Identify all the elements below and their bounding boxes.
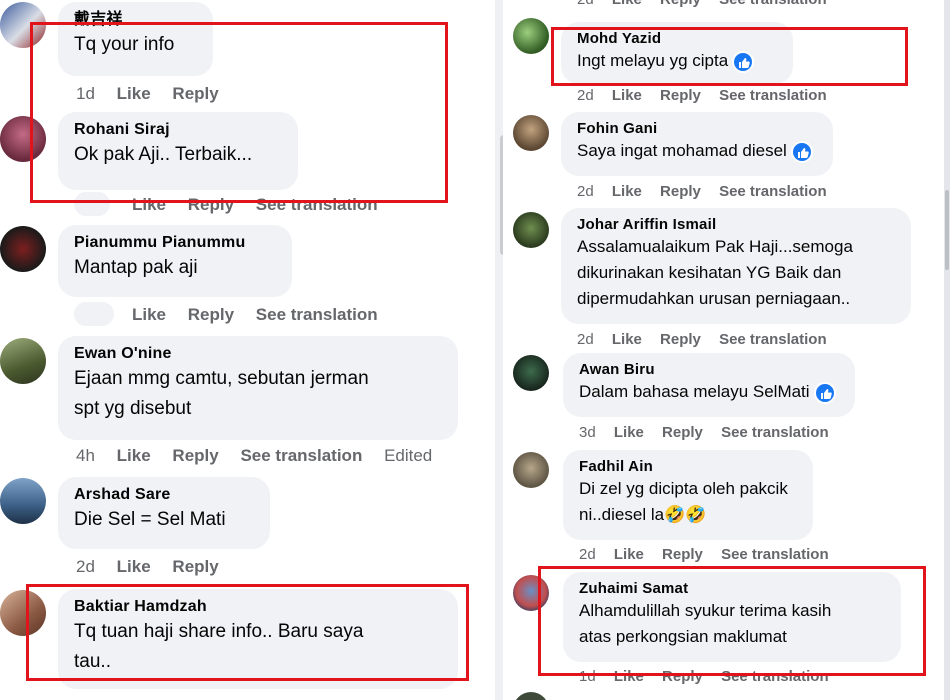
comment-text-line: Di zel yg dicipta oleh pakcik xyxy=(579,479,788,498)
highlight-box xyxy=(26,584,469,681)
comment-actions: 2d Like Reply See translation xyxy=(577,183,841,200)
reply-button[interactable]: Reply xyxy=(172,557,218,576)
comment-text-line: spt yg disebut xyxy=(74,398,192,419)
comment-bubble: Awan Biru Dalam bahasa melayu SelMati xyxy=(563,353,855,417)
comment-text: Mantap pak aji xyxy=(74,257,198,278)
avatar[interactable] xyxy=(513,452,549,488)
see-translation-link[interactable]: See translation xyxy=(719,87,827,104)
scrollbar-thumb[interactable] xyxy=(945,190,949,270)
comment-author[interactable]: Ewan O'nine xyxy=(74,344,442,364)
comment-author[interactable]: Johar Ariffin Ismail xyxy=(577,216,895,234)
right-comment-panel: 2d Like Reply See translation Mohd Yazid… xyxy=(503,0,950,700)
comment-actions: 2d Like Reply See translation xyxy=(577,87,841,104)
comment-author[interactable]: Arshad Sare xyxy=(74,485,254,505)
comment-actions: 2d Like Reply See translation xyxy=(577,331,841,348)
comment-text-line: Ejaan mmg camtu, sebutan jerman xyxy=(74,368,369,389)
comment-actions: 2d Like Reply xyxy=(76,557,236,577)
comment-time[interactable]: 4h xyxy=(76,446,95,465)
comment-author[interactable]: Fadhil Ain xyxy=(579,458,797,476)
comment-bubble: Pianummu Pianummu Mantap pak aji xyxy=(58,225,292,297)
comment-text-row: Dalam bahasa melayu SelMati xyxy=(579,379,839,405)
avatar[interactable] xyxy=(513,355,549,391)
comment-author[interactable]: Pianummu Pianummu xyxy=(74,233,276,253)
like-thumb-icon[interactable] xyxy=(790,140,813,163)
see-translation-link[interactable]: See translation xyxy=(256,305,378,324)
reply-button[interactable]: Reply xyxy=(660,331,701,348)
comment-author[interactable]: Fohin Gani xyxy=(577,120,817,138)
comment-actions: 3d Like Reply See translation xyxy=(579,424,843,441)
comment-bubble: Johar Ariffin Ismail Assalamualaikum Pak… xyxy=(561,208,911,324)
reply-button[interactable]: Reply xyxy=(172,446,218,465)
like-button[interactable]: Like xyxy=(612,331,642,348)
comment-text-line: Assalamualaikum Pak Haji...semoga xyxy=(577,237,853,256)
like-button[interactable]: Like xyxy=(614,546,644,563)
avatar[interactable] xyxy=(513,692,549,700)
comment-actions: 2d Like Reply See translation xyxy=(579,546,843,563)
comment-bubble: Fohin Gani Saya ingat mohamad diesel xyxy=(561,112,833,176)
see-translation-link[interactable]: See translation xyxy=(719,183,827,200)
reply-button[interactable]: Reply xyxy=(662,546,703,563)
reply-button[interactable]: Reply xyxy=(662,424,703,441)
reply-button[interactable]: Reply xyxy=(660,87,701,104)
comment-time[interactable]: 3d xyxy=(579,424,596,441)
comment-text-line: dikurinakan kesihatan YG Baik dan xyxy=(577,263,842,282)
reaction-placeholder xyxy=(74,302,114,326)
comment-text: Die Sel = Sel Mati xyxy=(74,509,226,530)
see-translation-link[interactable]: See translation xyxy=(721,424,829,441)
comment-bubble: Fadhil Ain Di zel yg dicipta oleh pakcik… xyxy=(563,450,813,540)
see-translation-link[interactable]: See translation xyxy=(240,446,362,465)
reply-button[interactable]: Reply xyxy=(660,0,701,8)
comment-time[interactable]: 2d xyxy=(577,87,594,104)
highlight-box xyxy=(551,27,908,86)
like-button[interactable]: Like xyxy=(614,424,644,441)
see-translation-link[interactable]: See translation xyxy=(721,546,829,563)
comment-text-row: Saya ingat mohamad diesel xyxy=(577,138,817,164)
like-button[interactable]: Like xyxy=(612,183,642,200)
comment-text-line: ni..diesel la🤣🤣 xyxy=(579,505,707,524)
comment-time[interactable]: 2d xyxy=(76,557,95,576)
avatar[interactable] xyxy=(0,478,46,524)
edited-label[interactable]: Edited xyxy=(384,446,432,465)
like-button[interactable]: Like xyxy=(132,305,166,324)
comment-time[interactable]: 2d xyxy=(577,0,594,8)
like-button[interactable]: Like xyxy=(117,557,151,576)
avatar[interactable] xyxy=(0,226,46,272)
comment-actions: Like Reply See translation xyxy=(132,305,395,325)
reply-button[interactable]: Reply xyxy=(660,183,701,200)
avatar[interactable] xyxy=(513,18,549,54)
scrollbar-track[interactable] xyxy=(944,0,950,700)
see-translation-link[interactable]: See translation xyxy=(719,331,827,348)
panel-divider xyxy=(495,0,503,700)
avatar[interactable] xyxy=(513,212,549,248)
like-thumb-icon[interactable] xyxy=(813,381,836,404)
left-comment-panel: 戴吉祥 Tq your info 1d Like Reply Rohani Si… xyxy=(0,0,495,700)
comment-actions: 2d Like Reply See translation xyxy=(577,0,841,8)
comment-bubble: Arshad Sare Die Sel = Sel Mati xyxy=(58,477,270,549)
avatar[interactable] xyxy=(513,115,549,151)
like-button[interactable]: Like xyxy=(117,446,151,465)
comment-time[interactable]: 2d xyxy=(577,183,594,200)
highlight-box xyxy=(30,22,448,203)
see-translation-link[interactable]: See translation xyxy=(719,0,827,8)
like-button[interactable]: Like xyxy=(612,87,642,104)
comment-time[interactable]: 2d xyxy=(579,546,596,563)
comment-text: Dalam bahasa melayu SelMati xyxy=(579,382,810,401)
comment-bubble: Ewan O'nine Ejaan mmg camtu, sebutan jer… xyxy=(58,336,458,440)
comment-actions: 4h Like Reply See translation Edited xyxy=(76,446,449,466)
comment-author[interactable]: Awan Biru xyxy=(579,361,839,379)
like-button[interactable]: Like xyxy=(612,0,642,8)
reply-button[interactable]: Reply xyxy=(188,305,234,324)
comment-text: Saya ingat mohamad diesel xyxy=(577,141,787,160)
avatar[interactable] xyxy=(0,338,46,384)
comment-time[interactable]: 2d xyxy=(577,331,594,348)
highlight-box xyxy=(538,566,926,676)
comment-text-line: dipermudahkan urusan perniagaan.. xyxy=(577,289,851,308)
